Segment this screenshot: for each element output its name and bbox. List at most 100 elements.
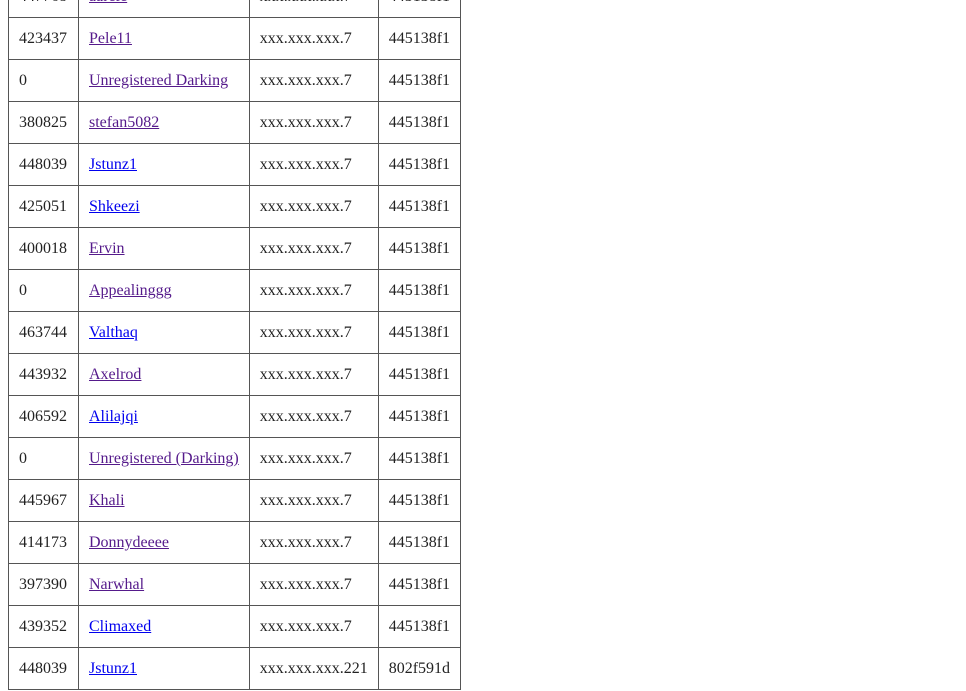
table-row: 463744 Valthaq xxx.xxx.xxx.7 445138f1 — [9, 312, 462, 354]
ip-address-cell: xxx.xxx.xxx.7 — [249, 438, 379, 480]
ip-address-cell: xxx.xxx.xxx.7 — [249, 102, 379, 144]
username-link[interactable]: aarele — [89, 0, 127, 5]
table-row: 400018 Ervin xxx.xxx.xxx.7 445138f1 — [9, 228, 462, 270]
ip-address-cell: xxx.xxx.xxx.7 — [249, 186, 379, 228]
username-link[interactable]: Unregistered Darking — [89, 72, 228, 89]
hash-cell: 445138f1 — [378, 228, 462, 270]
hash-cell: 445138f1 — [378, 0, 462, 18]
ip-address-cell: xxx.xxx.xxx.7 — [249, 60, 379, 102]
hash-cell: 445138f1 — [378, 522, 462, 564]
hash-cell: 445138f1 — [378, 438, 462, 480]
username-cell: Axelrod — [79, 354, 250, 396]
ip-address-cell: xxx.xxx.xxx.7 — [249, 144, 379, 186]
table-row: 380825 stefan5082 xxx.xxx.xxx.7 445138f1 — [9, 102, 462, 144]
username-link[interactable]: Ervin — [89, 240, 125, 257]
user-id-cell: 445967 — [9, 480, 79, 522]
table-row: 406592 Alilajqi xxx.xxx.xxx.7 445138f1 — [9, 396, 462, 438]
table-row: 445967 Khali xxx.xxx.xxx.7 445138f1 — [9, 480, 462, 522]
username-cell: Shkeezi — [79, 186, 250, 228]
username-link[interactable]: Donnydeeee — [89, 534, 169, 551]
user-id-cell: 463744 — [9, 312, 79, 354]
user-ip-records-table: 447768aarelexxx.xxx.xxx.7445138f1423437P… — [8, 0, 462, 690]
table-row: 397390 Narwhal xxx.xxx.xxx.7 445138f1 — [9, 564, 462, 606]
ip-address-cell: xxx.xxx.xxx.7 — [249, 354, 379, 396]
hash-cell: 445138f1 — [378, 102, 462, 144]
username-link[interactable]: Climaxed — [89, 618, 151, 635]
username-link[interactable]: stefan5082 — [89, 114, 159, 131]
user-id-cell: 0 — [9, 270, 79, 312]
user-id-cell: 439352 — [9, 606, 79, 648]
table-row: 448039 Jstunz1 xxx.xxx.xxx.7 445138f1 — [9, 144, 462, 186]
hash-cell: 445138f1 — [378, 186, 462, 228]
username-link[interactable]: Valthaq — [89, 324, 138, 341]
user-id-cell: 0 — [9, 60, 79, 102]
username-cell: Pele11 — [79, 18, 250, 60]
user-id-cell: 380825 — [9, 102, 79, 144]
hash-cell: 445138f1 — [378, 270, 462, 312]
username-link[interactable]: Unregistered (Darking) — [89, 450, 239, 467]
username-cell: Donnydeeee — [79, 522, 250, 564]
username-cell: Narwhal — [79, 564, 250, 606]
ip-address-cell: xxx.xxx.xxx.7 — [249, 522, 379, 564]
ip-address-cell: xxx.xxx.xxx.7 — [249, 480, 379, 522]
username-cell: Alilajqi — [79, 396, 250, 438]
username-link[interactable]: Jstunz1 — [89, 660, 137, 677]
table-row: 448039 Jstunz1 xxx.xxx.xxx.221 802f591d — [9, 648, 462, 690]
user-id-cell: 443932 — [9, 354, 79, 396]
table-row: 425051 Shkeezi xxx.xxx.xxx.7 445138f1 — [9, 186, 462, 228]
hash-cell: 445138f1 — [378, 606, 462, 648]
user-id-cell: 406592 — [9, 396, 79, 438]
username-cell: Ervin — [79, 228, 250, 270]
ip-address-cell: xxx.xxx.xxx.7 — [249, 606, 379, 648]
ip-address-cell: xxx.xxx.xxx.7 — [249, 270, 379, 312]
username-cell: Jstunz1 — [79, 648, 250, 690]
username-link[interactable]: Appealinggg — [89, 282, 172, 299]
username-cell: Appealinggg — [79, 270, 250, 312]
hash-cell: 445138f1 — [378, 396, 462, 438]
ip-address-cell: xxx.xxx.xxx.7 — [249, 396, 379, 438]
username-link[interactable]: Khali — [89, 492, 125, 509]
username-link[interactable]: Pele11 — [89, 30, 132, 47]
username-cell: Climaxed — [79, 606, 250, 648]
username-link[interactable]: Shkeezi — [89, 198, 140, 215]
table-row: 414173 Donnydeeee xxx.xxx.xxx.7 445138f1 — [9, 522, 462, 564]
ip-address-cell: xxx.xxx.xxx.221 — [249, 648, 379, 690]
hash-cell: 445138f1 — [378, 144, 462, 186]
records-table-body: 447768aarelexxx.xxx.xxx.7445138f1423437P… — [9, 0, 462, 690]
table-row: 0 Unregistered (Darking) xxx.xxx.xxx.7 4451… — [9, 438, 462, 480]
ip-address-cell: xxx.xxx.xxx.7 — [249, 564, 379, 606]
user-id-cell: 397390 — [9, 564, 79, 606]
user-id-cell: 0 — [9, 438, 79, 480]
hash-cell: 802f591d — [378, 648, 462, 690]
table-row: 447768 aarele xxx.xxx.xxx.7445138f1 — [9, 0, 462, 18]
username-cell: stefan5082 — [79, 102, 250, 144]
table-row: 423437 Pele11 xxx.xxx.xxx.7 445138f1 — [9, 18, 462, 60]
username-cell: Unregistered Darking — [79, 60, 250, 102]
user-id-cell: 400018 — [9, 228, 79, 270]
hash-cell: 445138f1 — [378, 354, 462, 396]
table-row: 439352 Climaxed xxx.xxx.xxx.7 445138f1 — [9, 606, 462, 648]
user-id-cell: 448039 — [9, 648, 79, 690]
hash-cell: 445138f1 — [378, 312, 462, 354]
username-cell: Jstunz1 — [79, 144, 250, 186]
user-id-cell: 423437 — [9, 18, 79, 60]
username-link[interactable]: Alilajqi — [89, 408, 138, 425]
user-id-cell: 448039 — [9, 144, 79, 186]
username-cell: Valthaq — [79, 312, 250, 354]
username-cell: Unregistered (Darking) — [79, 438, 250, 480]
hash-cell: 445138f1 — [378, 564, 462, 606]
ip-address-cell: xxx.xxx.xxx.7 — [249, 228, 379, 270]
ip-address-cell: xxx.xxx.xxx.7 — [249, 312, 379, 354]
table-row: 0 Appealinggg xxx.xxx.xxx.7 445138f1 — [9, 270, 462, 312]
hash-cell: 445138f1 — [378, 18, 462, 60]
ip-address-cell: xxx.xxx.xxx.7 — [249, 0, 379, 18]
username-link[interactable]: Jstunz1 — [89, 156, 137, 173]
username-link[interactable]: Axelrod — [89, 366, 141, 383]
user-id-cell: 425051 — [9, 186, 79, 228]
hash-cell: 445138f1 — [378, 480, 462, 522]
ip-address-cell: xxx.xxx.xxx.7 — [249, 18, 379, 60]
username-cell: Khali — [79, 480, 250, 522]
user-id-cell: 414173 — [9, 522, 79, 564]
username-link[interactable]: Narwhal — [89, 576, 144, 593]
table-row: 443932 Axelrod xxx.xxx.xxx.7 445138f1 — [9, 354, 462, 396]
